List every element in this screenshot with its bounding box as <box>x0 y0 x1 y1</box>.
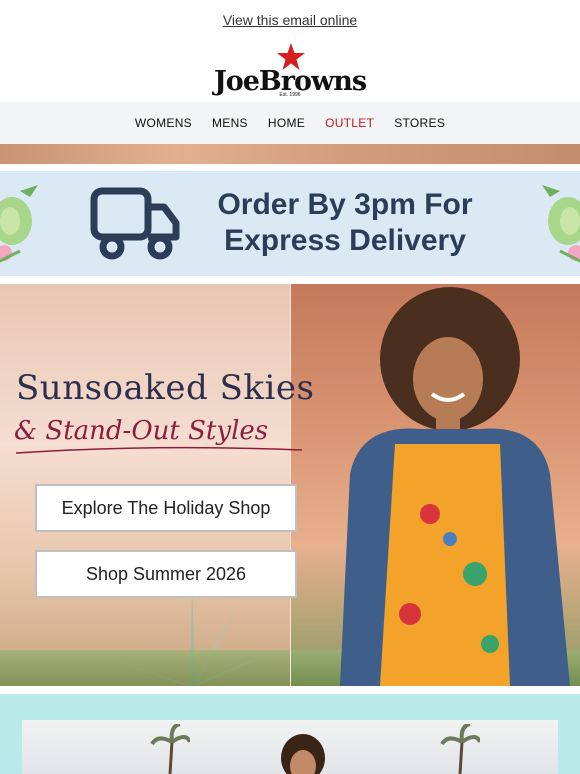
delivery-headline-line2: Express Delivery <box>224 224 466 257</box>
palm-tree-decoration <box>440 724 480 774</box>
nav-item-outlet[interactable]: OUTLET <box>325 116 374 130</box>
delivery-headline-line1: Order By 3pm For <box>217 188 473 221</box>
nav-item-womens[interactable]: WOMENS <box>135 116 192 130</box>
underline-swoosh <box>15 446 303 454</box>
palm-tree-decoration <box>150 724 190 774</box>
nav-item-mens[interactable]: MENS <box>212 116 248 130</box>
brand-logo[interactable]: JoeBrowns Est. 1996 <box>0 42 580 98</box>
express-delivery-banner[interactable]: Order By 3pm For Express Delivery <box>0 171 580 276</box>
floral-decoration-icon <box>0 185 38 263</box>
hero-banner[interactable]: Sunsoaked Skies & Stand-Out Styles Explo… <box>0 284 580 686</box>
model-photo <box>281 734 325 774</box>
secondary-promo-banner[interactable] <box>0 694 580 774</box>
hero-title: Sunsoaked Skies <box>16 368 315 408</box>
hero-subtitle: & Stand-Out Styles <box>14 416 269 446</box>
brand-established: Est. 1996 <box>279 92 301 98</box>
nav-item-stores[interactable]: STORES <box>394 116 445 130</box>
decorative-image-strip <box>0 144 580 164</box>
explore-holiday-shop-button[interactable]: Explore The Holiday Shop <box>35 484 297 532</box>
main-nav: WOMENS MENS HOME OUTLET STORES <box>0 102 580 144</box>
delivery-truck-icon <box>90 187 180 260</box>
floral-decoration-icon <box>542 185 580 263</box>
model-photo <box>340 287 570 686</box>
view-online-link[interactable]: View this email online <box>0 12 580 28</box>
nav-item-home[interactable]: HOME <box>268 116 305 130</box>
shop-summer-button[interactable]: Shop Summer 2026 <box>35 550 297 598</box>
